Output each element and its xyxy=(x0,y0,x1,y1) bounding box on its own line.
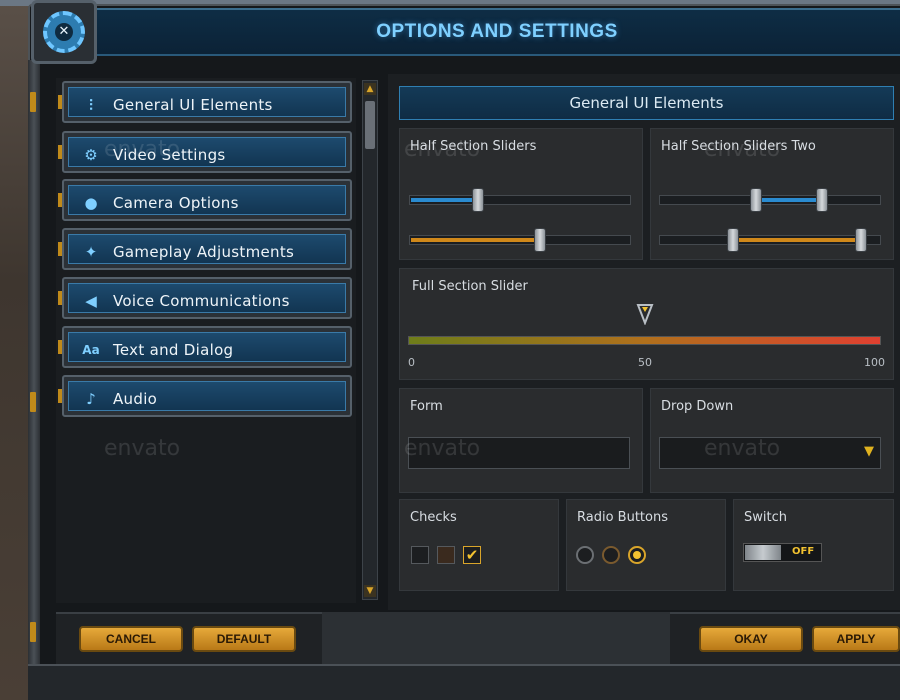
wrench-hammer-icon: ✕ xyxy=(55,23,73,41)
logo-badge: ✕ xyxy=(31,0,97,64)
switch-thumb[interactable] xyxy=(745,545,781,560)
frame-bottom xyxy=(28,664,900,700)
cancel-button[interactable]: CANCEL xyxy=(79,626,183,652)
watermark: envato xyxy=(104,137,181,162)
sidebar-item-label: Audio xyxy=(113,390,158,408)
card-label: Switch xyxy=(744,510,787,525)
sidebar-item-camera-options[interactable]: ● Camera Options xyxy=(58,179,352,221)
slider-blue[interactable] xyxy=(409,188,631,212)
sidebar-item-audio[interactable]: ♪ Audio xyxy=(58,375,352,417)
tick-label-max: 100 xyxy=(864,356,885,369)
toggle-switch[interactable]: OFF xyxy=(743,543,822,562)
sidebar-item-text-dialog[interactable]: Aa Text and Dialog xyxy=(58,326,352,368)
radio-option-1[interactable] xyxy=(576,546,594,564)
page-title: OPTIONS AND SETTINGS xyxy=(376,21,618,42)
megaphone-icon: ◀ xyxy=(85,292,97,310)
radio-option-3[interactable] xyxy=(628,546,646,564)
sidebar-item-voice-communications[interactable]: ◀ Voice Communications xyxy=(58,277,352,319)
full-section-slider[interactable] xyxy=(408,336,881,345)
range-knob-min[interactable] xyxy=(750,188,762,212)
sidebar-item-gameplay-adjustments[interactable]: ✦ Gameplay Adjustments xyxy=(58,228,352,270)
watermark: envato xyxy=(404,137,481,162)
slider-pointer-icon[interactable] xyxy=(636,303,654,325)
scroll-up-arrow-icon[interactable]: ▲ xyxy=(364,83,376,95)
frame-left-rail xyxy=(28,60,40,700)
tick-label-mid: 50 xyxy=(638,356,652,369)
card-label: Form xyxy=(410,399,443,414)
sliders-icon: ⫶ xyxy=(89,96,93,114)
slider-knob[interactable] xyxy=(534,228,546,252)
checkbox-1[interactable] xyxy=(411,546,429,564)
watermark: envato xyxy=(704,436,781,461)
sidebar-item-label: Voice Communications xyxy=(113,292,290,310)
check-icon: ✔ xyxy=(465,546,479,564)
music-note-icon: ♪ xyxy=(86,390,96,408)
checkbox-3[interactable]: ✔ xyxy=(463,546,481,564)
tick-label-min: 0 xyxy=(408,356,415,369)
range-knob-max[interactable] xyxy=(816,188,828,212)
sidebar-item-label: Camera Options xyxy=(113,194,239,212)
camera-icon: ● xyxy=(84,194,98,212)
radio-card: Radio Buttons xyxy=(566,499,726,591)
card-label: Checks xyxy=(410,510,457,525)
watermark: envato xyxy=(404,436,481,461)
active-marker xyxy=(58,95,62,109)
card-label: Radio Buttons xyxy=(577,510,668,525)
checks-card: Checks xyxy=(399,499,559,591)
sidebar-item-general-ui[interactable]: ⫶ General UI Elements xyxy=(58,81,352,123)
chevron-down-icon: ▼ xyxy=(864,444,874,459)
card-label: Full Section Slider xyxy=(412,279,528,294)
switch-state-label: OFF xyxy=(792,546,815,557)
window-header: OPTIONS AND SETTINGS xyxy=(94,8,900,56)
radio-option-2[interactable] xyxy=(602,546,620,564)
okay-button[interactable]: OKAY xyxy=(699,626,803,652)
slider-orange[interactable] xyxy=(409,228,631,252)
range-knob-min[interactable] xyxy=(727,228,739,252)
footer-center-plate xyxy=(322,612,670,664)
sidebar-item-label: Gameplay Adjustments xyxy=(113,243,295,261)
scrollbar-thumb[interactable] xyxy=(365,101,375,149)
checkbox-2[interactable] xyxy=(437,546,455,564)
section-title: General UI Elements xyxy=(569,94,724,112)
default-button[interactable]: DEFAULT xyxy=(192,626,296,652)
sidebar-item-label: General UI Elements xyxy=(113,96,273,114)
range-knob-max[interactable] xyxy=(855,228,867,252)
apply-button[interactable]: APPLY xyxy=(812,626,900,652)
gameplay-icon: ✦ xyxy=(84,243,98,261)
sidebar-item-label: Text and Dialog xyxy=(113,341,234,359)
text-icon: Aa xyxy=(82,343,100,357)
watermark: envato xyxy=(104,436,181,461)
range-slider-orange[interactable] xyxy=(659,228,881,252)
slider-knob[interactable] xyxy=(472,188,484,212)
frame-rivet xyxy=(30,392,36,412)
tools-gear-icon: ✕ xyxy=(43,11,85,53)
card-label: Drop Down xyxy=(661,399,734,414)
gear-icon: ⚙ xyxy=(84,146,98,164)
sidebar-scrollbar[interactable]: ▲ ▼ xyxy=(362,80,378,600)
scroll-down-arrow-icon[interactable]: ▼ xyxy=(364,585,376,597)
frame-rivet xyxy=(30,92,36,112)
frame-rivet xyxy=(30,622,36,642)
section-title-bar: General UI Elements xyxy=(399,86,894,120)
range-slider-blue[interactable] xyxy=(659,188,881,212)
watermark: envato xyxy=(704,137,781,162)
